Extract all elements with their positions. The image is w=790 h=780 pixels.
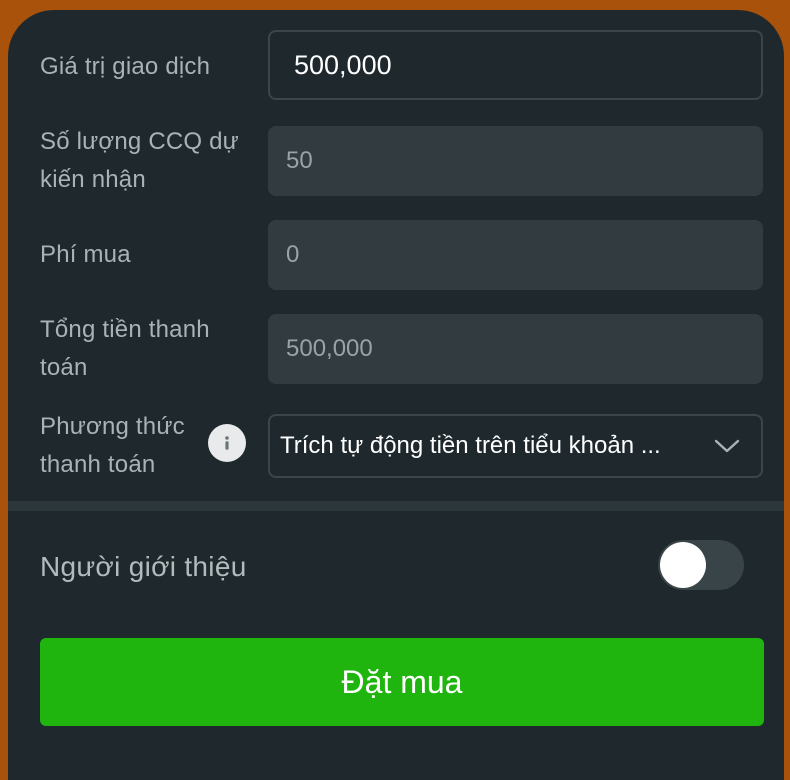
info-glyph [225,436,229,450]
referrer-toggle[interactable] [658,540,744,590]
total-payment-label-line2: toán [40,354,88,381]
total-payment-label-line1: Tổng tiền thanh [40,316,210,343]
info-icon[interactable] [208,424,246,462]
payment-method-selected: Trích tự động tiền trên tiểu khoản ... [280,432,661,459]
place-order-button[interactable]: Đặt mua [40,638,764,726]
purchase-fee-field: 0 [268,220,763,290]
expected-units-field: 50 [268,126,763,196]
toggle-knob [660,542,706,588]
order-form-panel: Giá trị giao dịch 500,000 Số lượng CCQ d… [8,10,784,780]
referrer-label: Người giới thiệu [40,551,247,582]
payment-method-select[interactable]: Trích tự động tiền trên tiểu khoản ... [268,414,763,478]
expected-units-label-line2: kiến nhận [40,166,146,193]
total-payment-label: Tổng tiền thanh toán [40,311,210,387]
section-divider [8,501,784,511]
payment-method-label-line2: thanh toán [40,451,156,478]
total-payment-field: 500,000 [268,314,763,384]
payment-method-label: Phương thức thanh toán [40,408,185,484]
transaction-value-input[interactable]: 500,000 [268,30,763,100]
expected-units-label-line1: Số lượng CCQ dự [40,128,239,155]
chevron-down-icon [707,426,747,466]
transaction-value-label: Giá trị giao dịch [40,53,211,80]
expected-units-label: Số lượng CCQ dự kiến nhận [40,123,239,199]
payment-method-label-line1: Phương thức [40,413,185,440]
purchase-fee-label: Phí mua [40,241,131,268]
